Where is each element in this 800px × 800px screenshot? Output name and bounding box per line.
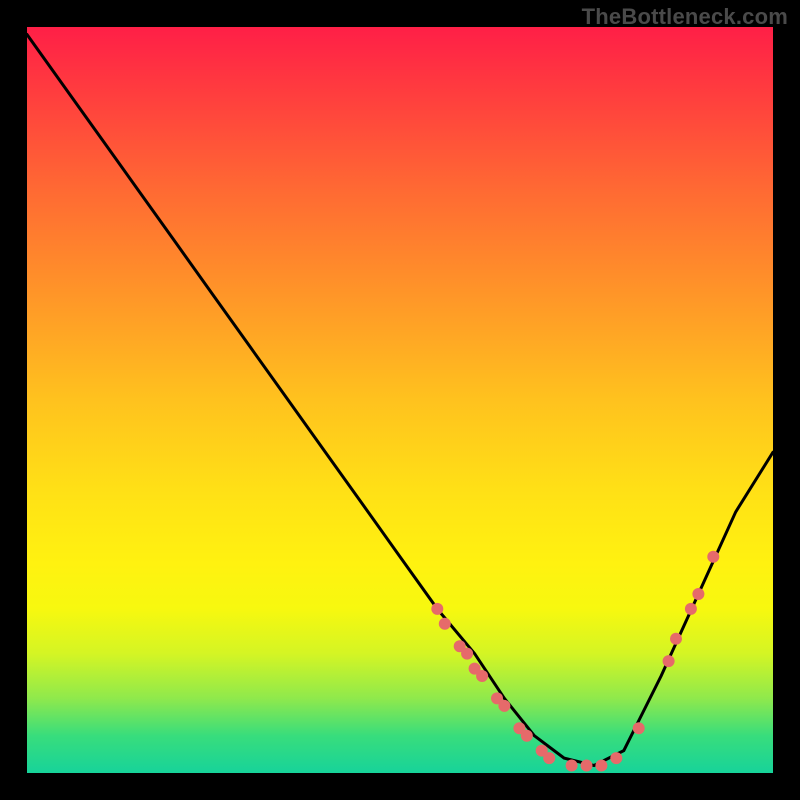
- data-marker: [692, 588, 704, 600]
- data-marker: [685, 603, 697, 615]
- data-marker: [581, 760, 593, 772]
- chart-frame: TheBottleneck.com: [0, 0, 800, 800]
- curve-svg: [27, 27, 773, 773]
- data-marker: [521, 730, 533, 742]
- watermark-text: TheBottleneck.com: [582, 4, 788, 30]
- data-marker: [498, 700, 510, 712]
- bottleneck-curve: [27, 35, 773, 766]
- data-marker: [543, 752, 555, 764]
- data-marker: [595, 760, 607, 772]
- plot-area: [27, 27, 773, 773]
- data-marker: [439, 618, 451, 630]
- data-marker: [566, 760, 578, 772]
- data-marker: [476, 670, 488, 682]
- data-marker: [461, 648, 473, 660]
- data-marker: [663, 655, 675, 667]
- data-marker: [610, 752, 622, 764]
- data-marker: [707, 551, 719, 563]
- data-marker: [670, 633, 682, 645]
- data-marker: [633, 722, 645, 734]
- marker-group: [431, 551, 719, 772]
- data-marker: [431, 603, 443, 615]
